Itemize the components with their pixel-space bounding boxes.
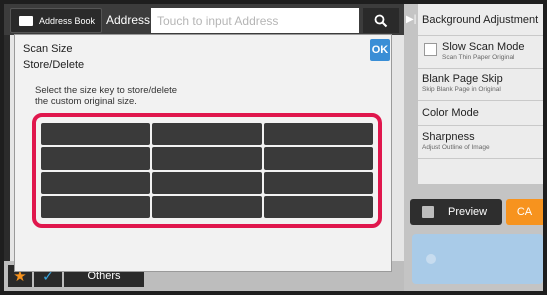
instruction-line-1: Select the size key to store/delete bbox=[35, 85, 178, 96]
function-item-subtitle: Scan Thin Paper Original bbox=[442, 54, 515, 61]
address-book-label: Address Book bbox=[39, 15, 96, 26]
size-key-highlight-frame bbox=[32, 113, 382, 228]
function-item-background-adjustment[interactable]: Background Adjustment bbox=[418, 4, 543, 36]
function-item-title: Blank Page Skip bbox=[422, 73, 503, 85]
start-icon bbox=[426, 254, 436, 264]
address-input[interactable]: Touch to input Address bbox=[151, 8, 359, 33]
function-item-color-mode[interactable]: Color Mode bbox=[418, 101, 543, 126]
size-key[interactable] bbox=[41, 147, 151, 170]
right-panel: ▶| Background Adjustment Slow Scan Mode … bbox=[404, 4, 543, 291]
address-label: Address bbox=[106, 13, 151, 27]
size-key[interactable] bbox=[152, 195, 262, 218]
size-key[interactable] bbox=[263, 171, 373, 194]
panel-toggle-icon[interactable]: ▶| bbox=[406, 14, 416, 28]
scan-size-dialog: Scan Size Store/Delete OK Select the siz… bbox=[14, 34, 392, 272]
start-button[interactable] bbox=[412, 234, 543, 284]
dialog-title: Scan Size bbox=[23, 43, 73, 55]
size-key[interactable] bbox=[41, 195, 151, 218]
dialog-instruction: Select the size key to store/delete the … bbox=[35, 85, 285, 107]
function-list: Background Adjustment Slow Scan Mode Sca… bbox=[418, 4, 543, 184]
size-key[interactable] bbox=[152, 171, 262, 194]
ca-button[interactable]: CA bbox=[506, 199, 543, 225]
size-key[interactable] bbox=[152, 147, 262, 170]
function-item-sharpness[interactable]: Sharpness Adjust Outline of Image bbox=[418, 126, 543, 159]
search-button[interactable] bbox=[363, 8, 399, 33]
function-item-subtitle: Adjust Outline of Image bbox=[422, 144, 490, 151]
slow-scan-checkbox[interactable] bbox=[424, 43, 437, 56]
ok-button[interactable]: OK bbox=[370, 39, 390, 61]
size-key[interactable] bbox=[263, 123, 373, 146]
size-key[interactable] bbox=[263, 195, 373, 218]
address-book-icon bbox=[19, 15, 33, 26]
preview-button[interactable]: Preview bbox=[410, 199, 502, 225]
function-item-blank-page-skip[interactable]: Blank Page Skip Skip Blank Page in Origi… bbox=[418, 69, 543, 101]
function-item-title: Sharpness bbox=[422, 131, 475, 143]
function-item-title: Background Adjustment bbox=[422, 14, 539, 26]
function-item-title: Slow Scan Mode bbox=[442, 41, 525, 53]
function-item-subtitle: Skip Blank Page in Original bbox=[422, 86, 501, 93]
preview-icon bbox=[422, 206, 434, 218]
address-book-button[interactable]: Address Book bbox=[10, 8, 102, 33]
dialog-subtitle: Store/Delete bbox=[23, 59, 85, 71]
function-item-title: Color Mode bbox=[422, 107, 479, 119]
size-key[interactable] bbox=[263, 147, 373, 170]
address-bar: Address Book Address Touch to input Addr… bbox=[4, 4, 404, 35]
preview-label: Preview bbox=[448, 206, 488, 218]
instruction-line-2: the custom original size. bbox=[35, 96, 137, 107]
screen: Address Book Address Touch to input Addr… bbox=[4, 4, 543, 291]
size-key[interactable] bbox=[41, 123, 151, 146]
size-key-grid bbox=[41, 123, 373, 218]
size-key[interactable] bbox=[41, 171, 151, 194]
search-icon bbox=[374, 14, 388, 27]
size-key[interactable] bbox=[152, 123, 262, 146]
